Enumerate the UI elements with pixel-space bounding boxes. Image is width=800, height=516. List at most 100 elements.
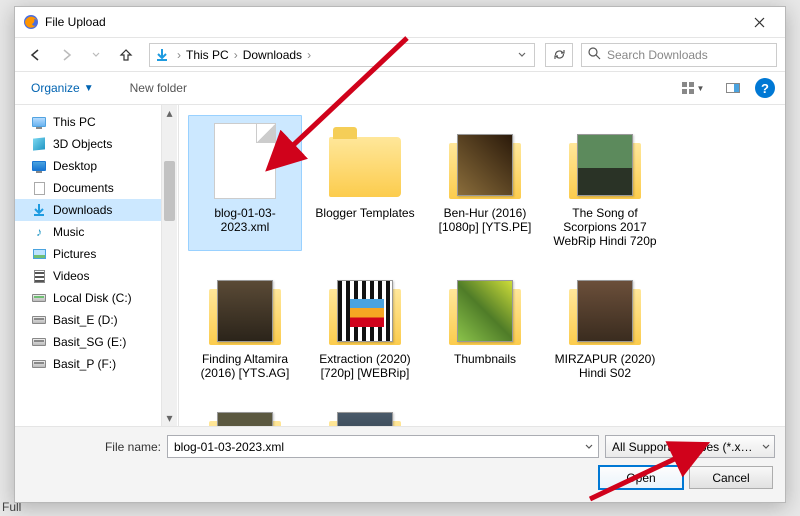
window-title: File Upload	[45, 15, 737, 29]
scroll-track[interactable]	[162, 121, 177, 410]
scroll-thumb[interactable]	[164, 161, 175, 221]
tree-item-this-pc[interactable]: This PC	[15, 111, 162, 133]
navigation-bar: › This PC › Downloads ›	[15, 37, 785, 71]
crumb-downloads[interactable]: Downloads	[241, 48, 304, 62]
cancel-button[interactable]: Cancel	[689, 466, 773, 489]
forward-button	[53, 42, 79, 68]
chevron-right-icon[interactable]: ›	[174, 48, 184, 62]
file-name-dropdown[interactable]	[580, 440, 598, 454]
tree-item-label: Basit_P (F:)	[53, 357, 116, 371]
document-icon	[214, 123, 276, 199]
file-item[interactable]: blog-01-03-2023.xml	[188, 115, 302, 251]
tree-item-label: 3D Objects	[53, 137, 112, 151]
tree-item-label: Documents	[53, 181, 114, 195]
file-item[interactable]: MIRZAPUR (2020) Hindi S02	[548, 261, 662, 383]
file-item[interactable]: The Song of Scorpions 2017 WebRip Hindi …	[548, 115, 662, 251]
folder-icon	[449, 131, 521, 199]
folder-icon	[329, 277, 401, 345]
desktop-icon	[31, 158, 47, 174]
preview-pane-button[interactable]	[721, 76, 745, 100]
firefox-icon	[23, 14, 39, 30]
search-input[interactable]	[607, 48, 770, 62]
file-label: Blogger Templates	[315, 206, 414, 220]
chevron-right-icon[interactable]: ›	[304, 48, 314, 62]
tree-item-label: Basit_SG (E:)	[53, 335, 126, 349]
file-label: MIRZAPUR (2020) Hindi S02	[551, 352, 659, 380]
grid-icon	[682, 82, 694, 94]
vid-icon	[31, 268, 47, 284]
file-upload-dialog: File Upload › This PC › Downloads ›	[14, 6, 786, 503]
file-item[interactable]: Extraction (2020) [720p] [WEBRip]	[308, 261, 422, 383]
bottom-panel: File name: All Supported Types (*.xml;*.…	[15, 426, 785, 502]
folder-icon	[209, 409, 281, 426]
help-button[interactable]: ?	[755, 78, 775, 98]
file-item[interactable]: Thumbnails	[428, 261, 542, 383]
tree-scrollbar[interactable]: ▴▾	[161, 105, 177, 426]
tree-item-c[interactable]: Local Disk (C:)	[15, 287, 162, 309]
tree-item-documents[interactable]: Documents	[15, 177, 162, 199]
drive-icon	[31, 290, 47, 306]
folder-icon	[329, 137, 401, 197]
navigation-tree[interactable]: This PC 3D Objects Desktop Documents Downloa…	[15, 105, 179, 426]
preview-pane-icon	[726, 83, 740, 93]
up-button[interactable]	[113, 42, 139, 68]
file-item[interactable]: The Family Man S01 2019 Hindi	[308, 393, 422, 426]
tree-item-f[interactable]: Basit_P (F:)	[15, 353, 162, 375]
tree-item-e[interactable]: Basit_SG (E:)	[15, 331, 162, 353]
music-icon: ♪	[31, 224, 47, 240]
organize-menu[interactable]: Organize ▼	[25, 77, 100, 99]
pic-icon	[31, 246, 47, 262]
caret-down-icon: ▼	[697, 84, 705, 93]
file-item[interactable]: Blogger Templates	[308, 115, 422, 251]
folder-icon	[449, 277, 521, 345]
open-button[interactable]: Open	[599, 466, 683, 489]
scroll-up-button[interactable]: ▴	[162, 105, 177, 121]
tree-item-d[interactable]: Basit_E (D:)	[15, 309, 162, 331]
tree-item-label: Music	[53, 225, 84, 239]
new-folder-button[interactable]: New folder	[124, 77, 193, 99]
file-type-filter[interactable]: All Supported Types (*.xml;*.xsl	[605, 435, 775, 458]
folder-icon	[569, 277, 641, 345]
file-name-label: File name:	[25, 440, 161, 454]
chevron-right-icon[interactable]: ›	[231, 48, 241, 62]
tree-item-downloads[interactable]: Downloads	[15, 199, 162, 221]
tree-item-3d[interactable]: 3D Objects	[15, 133, 162, 155]
command-bar: Organize ▼ New folder ▼ ?	[15, 71, 785, 105]
monitor-icon	[31, 114, 47, 130]
file-label: Ben-Hur (2016) [1080p] [YTS.PE]	[431, 206, 539, 234]
crumb-this-pc[interactable]: This PC	[184, 48, 231, 62]
drivero-icon	[31, 312, 47, 328]
file-label: Extraction (2020) [720p] [WEBRip]	[311, 352, 419, 380]
cube-icon	[31, 136, 47, 152]
file-item[interactable]: Finding Altamira (2016) [YTS.AG]	[188, 261, 302, 383]
drivero-icon	[31, 356, 47, 372]
organize-label: Organize	[31, 81, 80, 95]
back-button[interactable]	[23, 42, 49, 68]
scroll-down-button[interactable]: ▾	[162, 410, 177, 426]
tree-item-label: Videos	[53, 269, 89, 283]
file-name-input[interactable]	[168, 440, 580, 454]
tree-item-music[interactable]: ♪ Music	[15, 221, 162, 243]
file-item[interactable]: Ben-Hur (2016) [1080p] [YTS.PE]	[428, 115, 542, 251]
file-label: blog-01-03-2023.xml	[191, 206, 299, 234]
tree-item-videos[interactable]: Videos	[15, 265, 162, 287]
tree-item-desktop[interactable]: Desktop	[15, 155, 162, 177]
file-list[interactable]: blog-01-03-2023.xml Blogger Templates Ben-…	[179, 105, 785, 426]
address-dropdown[interactable]	[514, 48, 530, 62]
view-mode-button[interactable]: ▼	[675, 76, 711, 100]
close-button[interactable]	[737, 7, 781, 37]
folder-icon	[209, 277, 281, 345]
file-item[interactable]: Mirzapur S01 Hindi 720p	[188, 393, 302, 426]
address-bar[interactable]: › This PC › Downloads ›	[149, 43, 535, 67]
file-label: Thumbnails	[454, 352, 516, 366]
search-box[interactable]	[581, 43, 777, 67]
dialog-body: This PC 3D Objects Desktop Documents Downloa…	[15, 105, 785, 426]
tree-item-pictures[interactable]: Pictures	[15, 243, 162, 265]
tree-item-label: Pictures	[53, 247, 96, 261]
refresh-button[interactable]	[545, 43, 573, 67]
tree-item-label: Local Disk (C:)	[53, 291, 132, 305]
recent-dropdown[interactable]	[83, 42, 109, 68]
file-label: The Song of Scorpions 2017 WebRip Hindi …	[551, 206, 659, 248]
file-label: Finding Altamira (2016) [YTS.AG]	[191, 352, 299, 380]
file-name-combo[interactable]	[167, 435, 599, 458]
